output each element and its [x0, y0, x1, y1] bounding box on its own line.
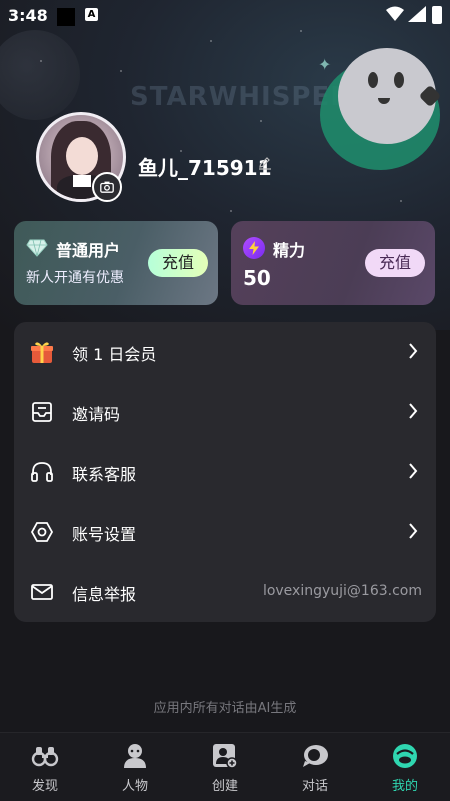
create-icon [213, 744, 238, 769]
headphones-icon [31, 462, 53, 482]
energy-card[interactable]: 精力 50 充值 [231, 221, 435, 305]
chevron-right-icon [409, 403, 418, 419]
status-time: 3:48 [8, 6, 48, 25]
menu-item-account-settings[interactable]: 账号设置 [14, 502, 436, 562]
notification-a-icon: A [85, 8, 98, 21]
menu-label: 账号设置 [72, 525, 137, 544]
membership-card[interactable]: 普通用户 新人开通有优惠 充值 [14, 221, 218, 305]
chevron-right-icon [409, 463, 418, 479]
nav-discover[interactable]: 发现 [0, 733, 90, 801]
menu-item-customer-service[interactable]: 联系客服 [14, 442, 436, 502]
energy-value: 50 [243, 266, 271, 290]
mail-icon [31, 584, 53, 600]
menu-label: 领 1 日会员 [72, 345, 157, 364]
bottom-navigation: 发现 人物 创建 对话 我的 [0, 732, 450, 801]
nav-label: 创建 [211, 779, 238, 794]
settings-hexagon-icon [30, 522, 54, 542]
chevron-right-icon [409, 523, 418, 539]
nav-create[interactable]: 创建 [180, 733, 270, 801]
menu-item-free-membership[interactable]: 领 1 日会员 [14, 322, 436, 382]
chevron-right-icon [409, 343, 418, 359]
inbox-icon [32, 402, 52, 422]
battery-icon [432, 6, 442, 24]
menu-item-report[interactable]: 信息举报 lovexingyuji@163.com [14, 562, 436, 622]
menu-label: 信息举报 [72, 585, 137, 604]
planet-decoration [0, 30, 80, 120]
chat-icon [303, 745, 328, 767]
menu-label: 邀请码 [72, 405, 121, 424]
membership-subtitle: 新人开通有优惠 [26, 270, 124, 286]
camera-icon[interactable] [92, 172, 122, 202]
nav-label: 我的 [391, 779, 418, 794]
membership-recharge-button[interactable]: 充值 [148, 249, 208, 277]
ai-disclaimer: 应用内所有对话由AI生成 [153, 701, 297, 716]
binoculars-icon [31, 747, 59, 767]
settings-menu: 领 1 日会员 邀请码 联系客服 账号设置 信息举报 lovexingyuji@… [14, 322, 436, 622]
energy-recharge-button[interactable]: 充值 [365, 249, 425, 277]
notification-icon [57, 8, 75, 26]
wifi-icon [386, 6, 404, 21]
sparkle-icon: ✦ [318, 55, 332, 74]
gift-icon [31, 342, 53, 363]
energy-title: 精力 [273, 241, 306, 260]
menu-label: 联系客服 [72, 465, 137, 484]
nav-chat[interactable]: 对话 [270, 733, 360, 801]
nav-characters[interactable]: 人物 [90, 733, 180, 801]
nav-label: 对话 [301, 779, 328, 794]
nav-label: 发现 [31, 779, 58, 794]
lightning-icon [243, 237, 265, 259]
character-icon [124, 744, 146, 768]
membership-title: 普通用户 [56, 241, 121, 260]
diamond-icon [26, 239, 48, 257]
edit-pencil-icon[interactable] [258, 156, 272, 170]
status-bar: 3:48 A [0, 0, 450, 30]
nav-me[interactable]: 我的 [360, 733, 450, 801]
brand-watermark: STARWHISPER [130, 82, 352, 112]
report-email[interactable]: lovexingyuji@163.com [263, 583, 422, 599]
menu-item-invite-code[interactable]: 邀请码 [14, 382, 436, 442]
signal-icon [408, 6, 426, 22]
profile-icon [393, 744, 417, 768]
mascot-illustration [338, 48, 442, 144]
username: 鱼儿_715911 [138, 156, 272, 180]
nav-label: 人物 [121, 779, 148, 794]
